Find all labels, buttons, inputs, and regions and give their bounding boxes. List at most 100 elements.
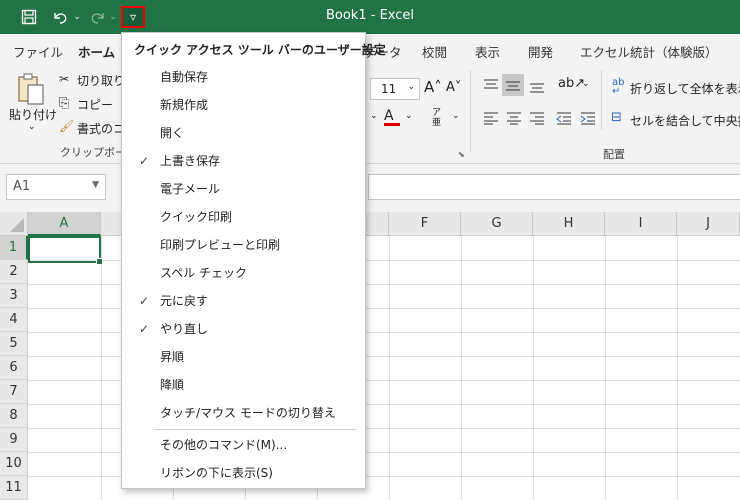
select-all-corner[interactable] <box>0 212 28 236</box>
increase-font-icon[interactable]: A˄ <box>424 78 442 96</box>
column-header[interactable]: J <box>677 212 740 236</box>
cut-icon[interactable]: ✂ <box>59 72 69 86</box>
chevron-down-icon: ▼ <box>92 180 99 190</box>
row-header[interactable]: 2 <box>0 260 28 284</box>
tab-view[interactable]: 表示 <box>475 42 500 61</box>
name-box[interactable]: A1 ▼ <box>6 174 106 200</box>
row-header[interactable]: 10 <box>0 452 28 476</box>
menu-item-spelling[interactable]: スペル チェック <box>122 259 365 287</box>
menu-item-sort-ascending[interactable]: 昇順 <box>122 343 365 371</box>
formula-input[interactable] <box>368 174 740 200</box>
menu-item-email[interactable]: 電子メール <box>122 175 365 203</box>
phonetic-icon[interactable]: ア亜 <box>432 108 441 128</box>
menu-item-quick-print[interactable]: クイック印刷 <box>122 203 365 231</box>
menu-item-label: クイック印刷 <box>160 210 233 224</box>
menu-item-print-preview[interactable]: 印刷プレビューと印刷 <box>122 231 365 259</box>
menu-item-new[interactable]: 新規作成 <box>122 91 365 119</box>
menu-item-label: 元に戻す <box>160 294 209 308</box>
tab-file[interactable]: ファイル <box>13 42 63 61</box>
group-divider <box>601 70 602 130</box>
menu-item-touch-mouse-mode[interactable]: タッチ/マウス モードの切り替え <box>122 399 365 427</box>
menu-item-label: 開く <box>160 126 185 140</box>
menu-item-more-commands[interactable]: その他のコマンド(M)... <box>122 431 365 459</box>
font-color-dropdown-icon[interactable]: ⌄ <box>405 111 413 121</box>
row-header[interactable]: 4 <box>0 308 28 332</box>
active-cell-a1[interactable] <box>28 236 103 265</box>
menu-item-open[interactable]: 開く <box>122 119 365 147</box>
row-header[interactable]: 7 <box>0 380 28 404</box>
menu-item-label: 降順 <box>160 378 185 392</box>
wrap-text-icon[interactable]: ab ↵ <box>612 78 624 97</box>
align-center-icon[interactable] <box>506 111 522 128</box>
align-top-icon[interactable] <box>483 78 499 95</box>
tab-review[interactable]: 校閲 <box>422 42 447 61</box>
increase-indent-icon[interactable] <box>580 111 596 128</box>
tab-home[interactable]: ホーム <box>78 42 116 67</box>
decrease-indent-icon[interactable] <box>556 111 572 128</box>
align-bottom-icon[interactable] <box>529 78 545 97</box>
checkmark-icon: ✓ <box>139 154 150 168</box>
align-middle-icon[interactable] <box>502 74 524 96</box>
decrease-font-icon[interactable]: A˅ <box>446 80 461 95</box>
menu-item-autosave[interactable]: 自動保存 <box>122 63 365 91</box>
row-header[interactable]: 1 <box>0 236 28 260</box>
chevron-down-icon: ⌄ <box>407 82 415 92</box>
row-header[interactable]: 6 <box>0 356 28 380</box>
copy-button[interactable]: コピー <box>77 96 113 113</box>
gridline <box>605 236 606 500</box>
menu-item-label: 新規作成 <box>160 98 209 112</box>
row-header[interactable]: 9 <box>0 428 28 452</box>
customize-quick-access-menu: クイック アクセス ツール バーのユーザー設定 自動保存 新規作成 開く ✓ 上書… <box>121 32 386 489</box>
menu-item-label: リボンの下に表示(S) <box>160 466 273 480</box>
phonetic-dropdown-icon[interactable]: ⌄ <box>452 111 460 121</box>
gridline <box>461 236 462 500</box>
format-painter-icon[interactable]: 🖌 <box>59 119 74 133</box>
checkmark-icon: ✓ <box>139 294 150 308</box>
font-size-value: 11 <box>381 82 397 96</box>
column-header[interactable]: A <box>28 212 101 236</box>
row-header[interactable]: 3 <box>0 284 28 308</box>
paste-icon[interactable] <box>16 72 46 109</box>
row-header[interactable]: 8 <box>0 404 28 428</box>
paste-button[interactable]: 貼り付け <box>9 106 57 123</box>
menu-item-label: スペル チェック <box>160 266 247 280</box>
menu-item-redo[interactable]: ✓ やり直し <box>122 315 365 343</box>
align-right-icon[interactable] <box>529 111 545 128</box>
menu-item-show-below-ribbon[interactable]: リボンの下に表示(S) <box>122 459 365 487</box>
window-title: Book1 - Excel <box>325 8 415 23</box>
paste-dropdown-icon[interactable]: ⌄ <box>28 122 36 132</box>
menu-separator <box>154 429 356 430</box>
column-header[interactable]: F <box>389 212 461 236</box>
font-dialog-launcher-icon[interactable]: ⬊ <box>458 150 465 159</box>
menu-item-save[interactable]: ✓ 上書き保存 <box>122 147 365 175</box>
column-header[interactable]: I <box>605 212 677 236</box>
wrap-text-button[interactable]: 折り返して全体を表示す <box>630 80 740 97</box>
menu-item-undo[interactable]: ✓ 元に戻す <box>122 287 365 315</box>
font-size-select[interactable]: 11 ⌄ <box>370 78 420 100</box>
copy-icon[interactable]: ⎘ <box>59 96 69 111</box>
row-header[interactable]: 11 <box>0 476 28 500</box>
checkmark-icon: ✓ <box>139 322 150 336</box>
worksheet-grid: A B C D E F G H I J 1 2 3 4 5 6 7 8 9 10… <box>0 212 740 500</box>
gridline <box>389 236 390 500</box>
group-divider <box>470 70 471 152</box>
tab-developer[interactable]: 開発 <box>528 42 553 61</box>
merge-center-icon[interactable]: ⊟ <box>611 110 622 125</box>
menu-item-label: 昇順 <box>160 350 185 364</box>
font-color-icon[interactable]: A <box>384 108 400 126</box>
column-header[interactable]: G <box>461 212 533 236</box>
align-left-icon[interactable] <box>483 111 499 128</box>
format-painter-button[interactable]: 書式のコ <box>77 120 125 137</box>
row-header[interactable]: 5 <box>0 332 28 356</box>
menu-item-sort-descending[interactable]: 降順 <box>122 371 365 399</box>
merge-center-button[interactable]: セルを結合して中央揃え <box>630 112 740 129</box>
menu-item-label: 上書き保存 <box>160 154 221 168</box>
tab-excel-statistics[interactable]: エクセル統計（体験版） <box>580 42 718 61</box>
formula-bar-area: A1 ▼ <box>0 164 740 212</box>
cut-button[interactable]: 切り取り <box>77 72 125 89</box>
border-dropdown-icon[interactable]: ⌄ <box>370 111 378 121</box>
orientation-dropdown-icon[interactable]: ⌄ <box>582 79 590 89</box>
column-header[interactable]: H <box>533 212 605 236</box>
alignment-group-label: 配置 <box>603 148 625 161</box>
gridline <box>677 236 678 500</box>
